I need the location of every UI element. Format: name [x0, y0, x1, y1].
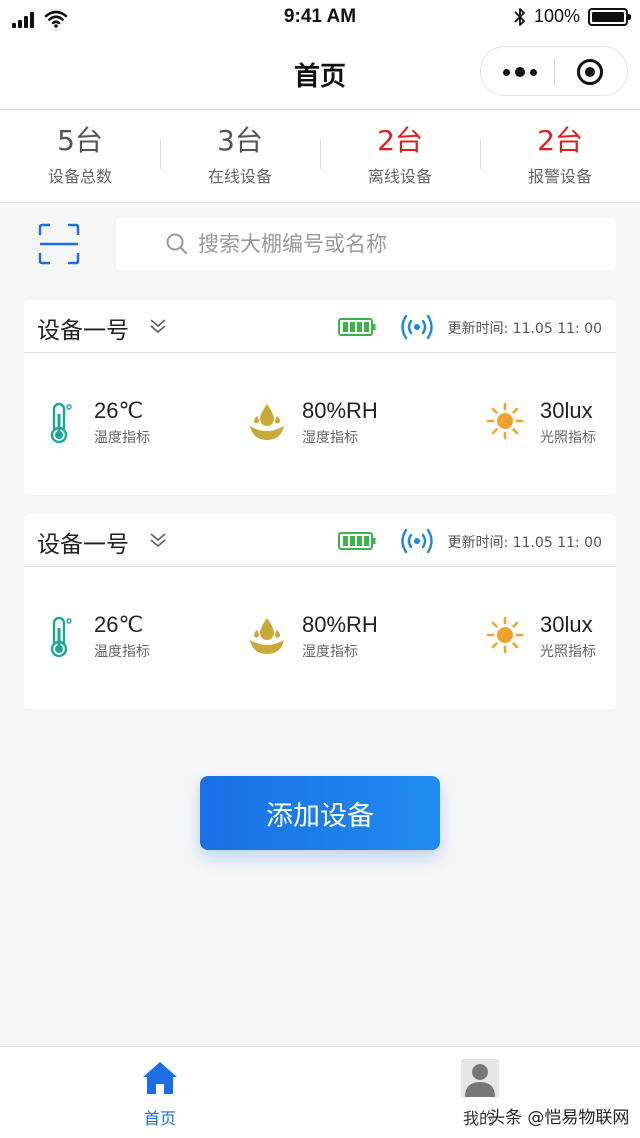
- device-card-header: 设备一号 更新时间: 11.05 11: 00: [24, 514, 616, 567]
- humidity-label: 湿度指标: [302, 430, 358, 446]
- device-metrics: 26℃ 温度指标 80%RH 湿度指标 30lux 光照指标: [24, 567, 616, 708]
- metric-temperature: 26℃ 温度指标: [46, 398, 206, 448]
- light-label: 光照指标: [540, 430, 596, 446]
- sun-icon: [486, 402, 524, 440]
- temperature-label: 温度指标: [94, 430, 150, 446]
- chevron-double-down-icon[interactable]: [148, 316, 168, 336]
- device-metrics: 26℃ 温度指标 80%RH 湿度指标 30lux 光照指标: [24, 353, 616, 494]
- battery-full-icon: [338, 318, 376, 336]
- stat-alarm: 2台 报警设备: [480, 111, 640, 202]
- device-card[interactable]: 设备一号 更新时间: 11.05 11: 00 26℃ 温度指标 80%RH 湿…: [24, 300, 616, 495]
- battery-full-icon: [338, 532, 376, 550]
- device-name: 设备一号: [37, 532, 129, 558]
- stat-value: 2台: [537, 124, 583, 157]
- search-bar[interactable]: [116, 218, 616, 270]
- stat-label: 报警设备: [527, 167, 592, 186]
- stat-online: 3台 在线设备: [160, 111, 320, 202]
- humidity-drop-icon: [250, 404, 284, 440]
- user-icon: [461, 1059, 499, 1097]
- add-device-button[interactable]: 添加设备: [200, 776, 440, 850]
- status-bar: 9:41 AM 100%: [0, 0, 640, 36]
- device-card-header: 设备一号 更新时间: 11.05 11: 00: [24, 300, 616, 353]
- stat-value: 3台: [217, 124, 263, 157]
- home-icon: [143, 1062, 177, 1094]
- chevron-double-down-icon[interactable]: [148, 530, 168, 550]
- stat-label: 在线设备: [207, 167, 272, 186]
- update-time: 更新时间: 11.05 11: 00: [448, 532, 603, 552]
- stat-total: 5台 设备总数: [0, 111, 160, 202]
- humidity-value: 80%RH: [302, 612, 378, 637]
- update-time-value: 11.05 11: 00: [512, 321, 602, 337]
- status-right: 100%: [514, 6, 631, 27]
- update-time-label: 更新时间:: [447, 535, 513, 551]
- stat-label: 离线设备: [367, 167, 432, 186]
- light-value: 30lux: [540, 612, 593, 637]
- thermometer-icon: [50, 616, 72, 658]
- thermometer-icon: [50, 402, 72, 444]
- light-label: 光照指标: [540, 644, 596, 660]
- metric-humidity: 80%RH 湿度指标: [248, 612, 418, 662]
- tab-home[interactable]: 首页: [100, 1047, 220, 1138]
- scan-icon[interactable]: [38, 223, 80, 265]
- device-name: 设备一号: [37, 318, 129, 344]
- device-card[interactable]: 设备一号 更新时间: 11.05 11: 00 26℃ 温度指标 80%RH 湿…: [24, 514, 616, 709]
- battery-icon: [588, 7, 631, 26]
- update-time-label: 更新时间:: [447, 321, 513, 337]
- sun-icon: [486, 616, 524, 654]
- update-time: 更新时间: 11.05 11: 00: [448, 318, 603, 338]
- temperature-label: 温度指标: [94, 644, 150, 660]
- search-icon: [166, 233, 188, 255]
- metric-light: 30lux 光照指标: [486, 612, 606, 662]
- wireless-signal-icon: [401, 314, 433, 340]
- close-miniprogram-icon[interactable]: [577, 59, 603, 85]
- device-stats: 5台 设备总数 3台 在线设备 2台 离线设备 2台 报警设备: [0, 111, 640, 203]
- battery-percent: 100%: [533, 6, 580, 26]
- metric-temperature: 26℃ 温度指标: [46, 612, 206, 662]
- nav-bar: 首页: [0, 36, 640, 110]
- humidity-label: 湿度指标: [302, 644, 358, 660]
- tab-label: 首页: [143, 1109, 176, 1128]
- stat-value: 5台: [57, 124, 103, 157]
- miniprogram-capsule: [480, 46, 628, 96]
- watermark: 头条 @恺易物联网: [488, 1108, 630, 1128]
- stat-offline: 2台 离线设备: [320, 111, 480, 202]
- metric-humidity: 80%RH 湿度指标: [248, 398, 418, 448]
- temperature-value: 26℃: [94, 612, 144, 637]
- stat-label: 设备总数: [47, 167, 112, 186]
- more-icon[interactable]: [503, 64, 537, 80]
- humidity-drop-icon: [250, 618, 284, 654]
- stat-value: 2台: [377, 124, 423, 157]
- wireless-signal-icon: [401, 528, 433, 554]
- metric-light: 30lux 光照指标: [486, 398, 606, 448]
- update-time-value: 11.05 11: 00: [512, 535, 602, 551]
- humidity-value: 80%RH: [302, 398, 378, 423]
- light-value: 30lux: [540, 398, 593, 423]
- bluetooth-icon: [514, 7, 525, 26]
- temperature-value: 26℃: [94, 398, 144, 423]
- search-input[interactable]: [198, 226, 598, 262]
- capsule-divider: [554, 58, 555, 86]
